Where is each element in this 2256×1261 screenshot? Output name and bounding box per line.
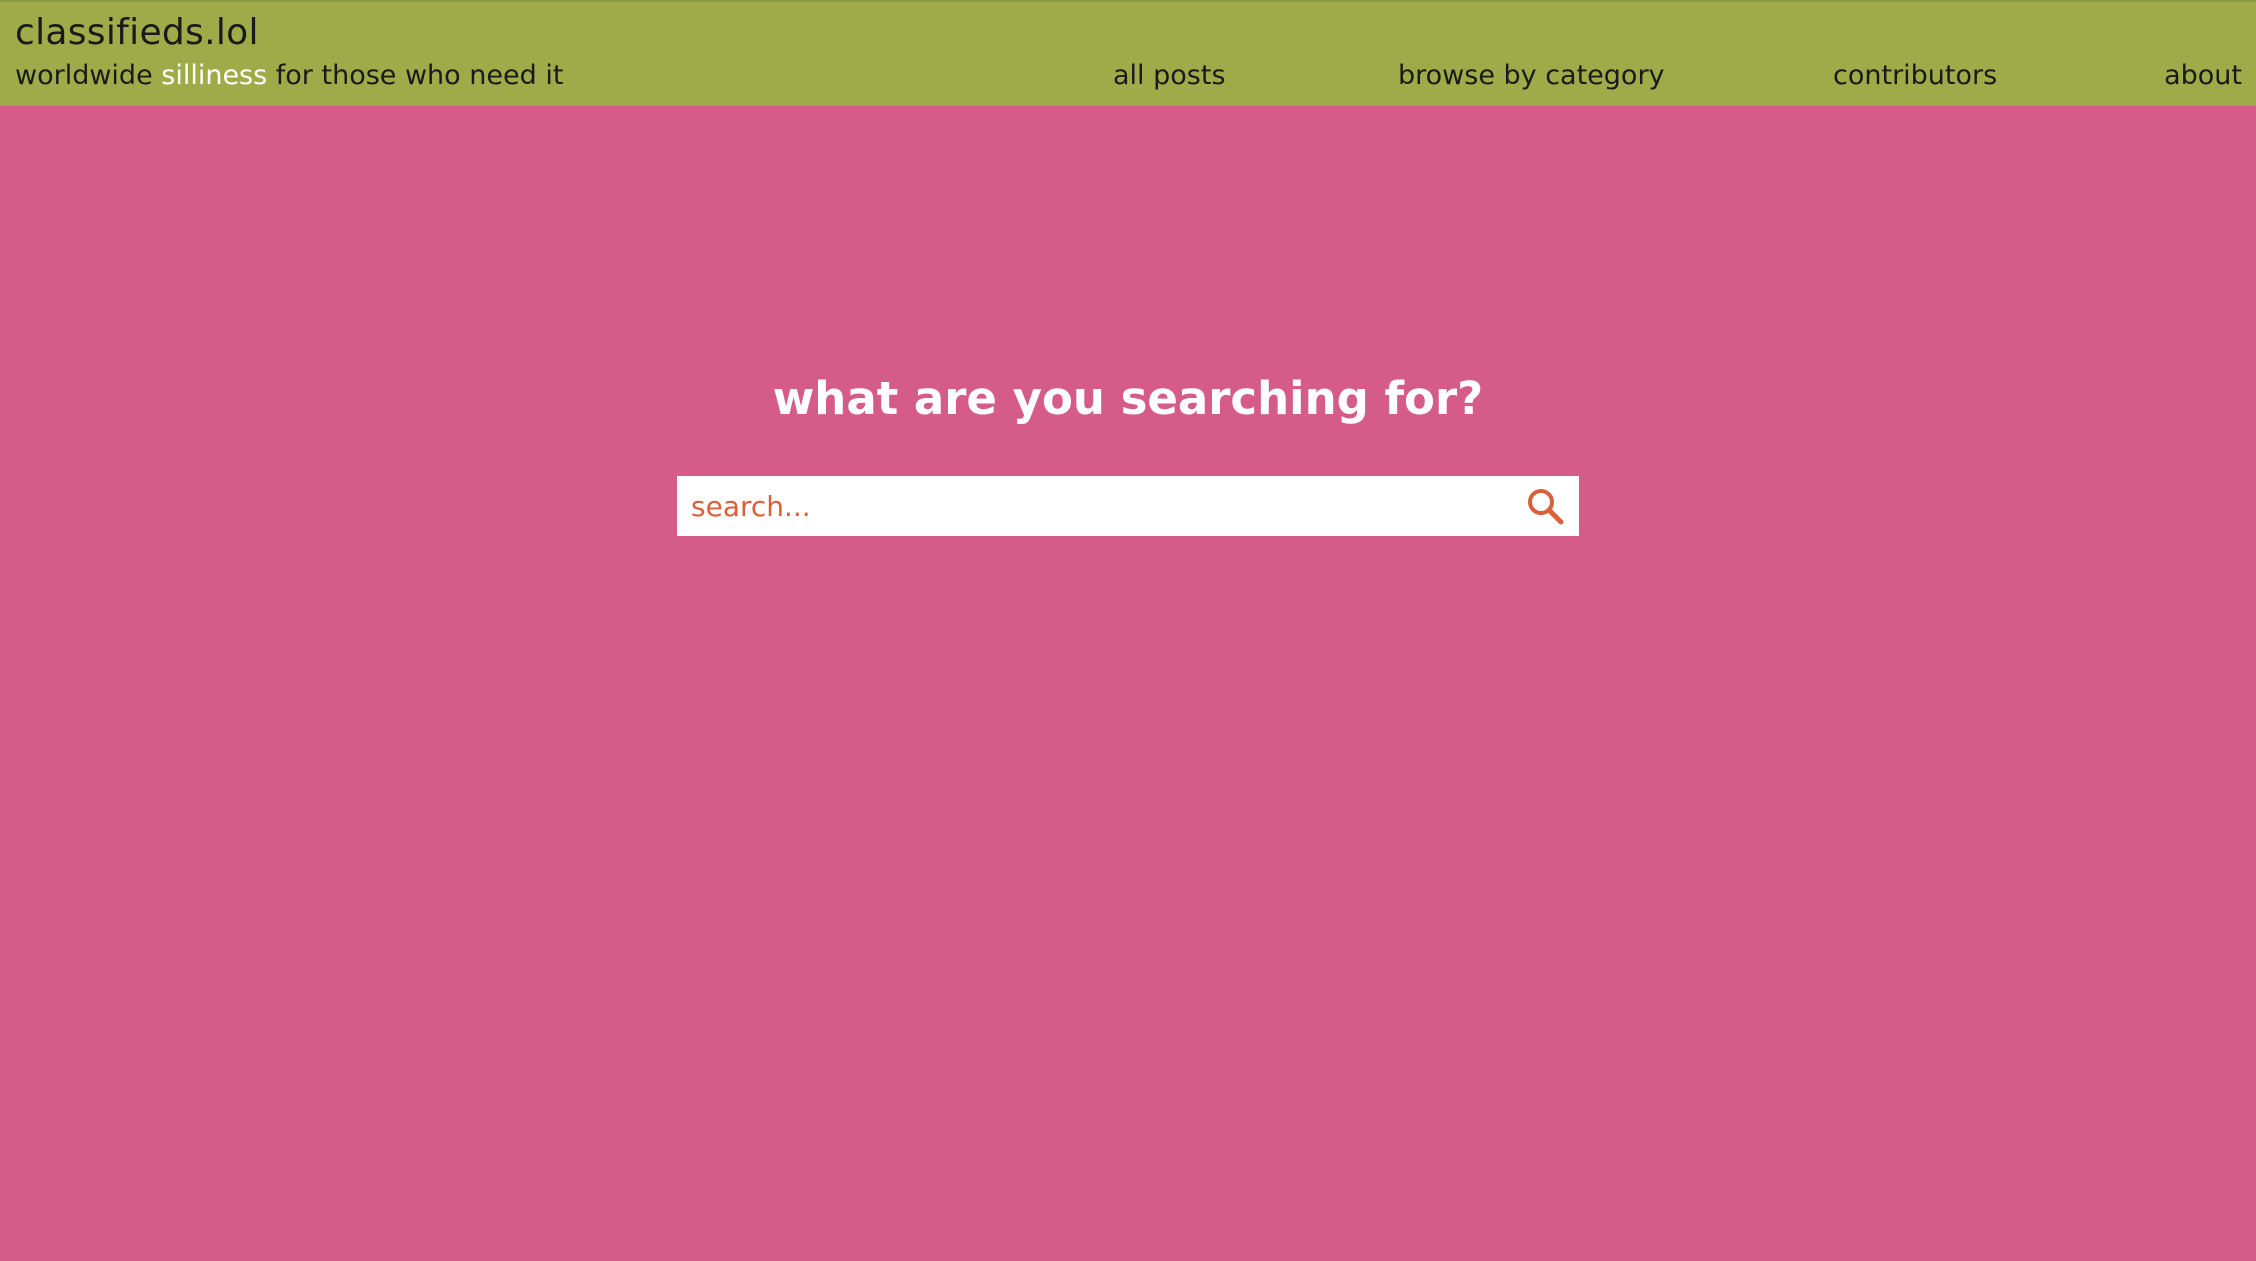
site-header: classifieds.lol worldwide silliness for … — [0, 0, 2256, 106]
site-tagline: worldwide silliness for those who need i… — [15, 60, 563, 91]
search-input[interactable] — [677, 476, 1507, 536]
nav-all-posts[interactable]: all posts — [1113, 60, 1226, 91]
nav-contributors[interactable]: contributors — [1833, 60, 1997, 91]
tagline-before: worldwide — [15, 60, 162, 91]
nav-browse-by-category[interactable]: browse by category — [1398, 60, 1665, 91]
search-box — [677, 476, 1579, 536]
tagline-highlight: silliness — [161, 60, 268, 91]
search-icon — [1528, 489, 1564, 525]
search-heading: what are you searching for? — [772, 372, 1484, 425]
tagline-after: for those who need it — [267, 60, 564, 91]
site-title-link[interactable]: classifieds.lol — [15, 12, 259, 53]
search-button[interactable] — [1525, 486, 1565, 526]
nav-about[interactable]: about — [2164, 60, 2242, 91]
